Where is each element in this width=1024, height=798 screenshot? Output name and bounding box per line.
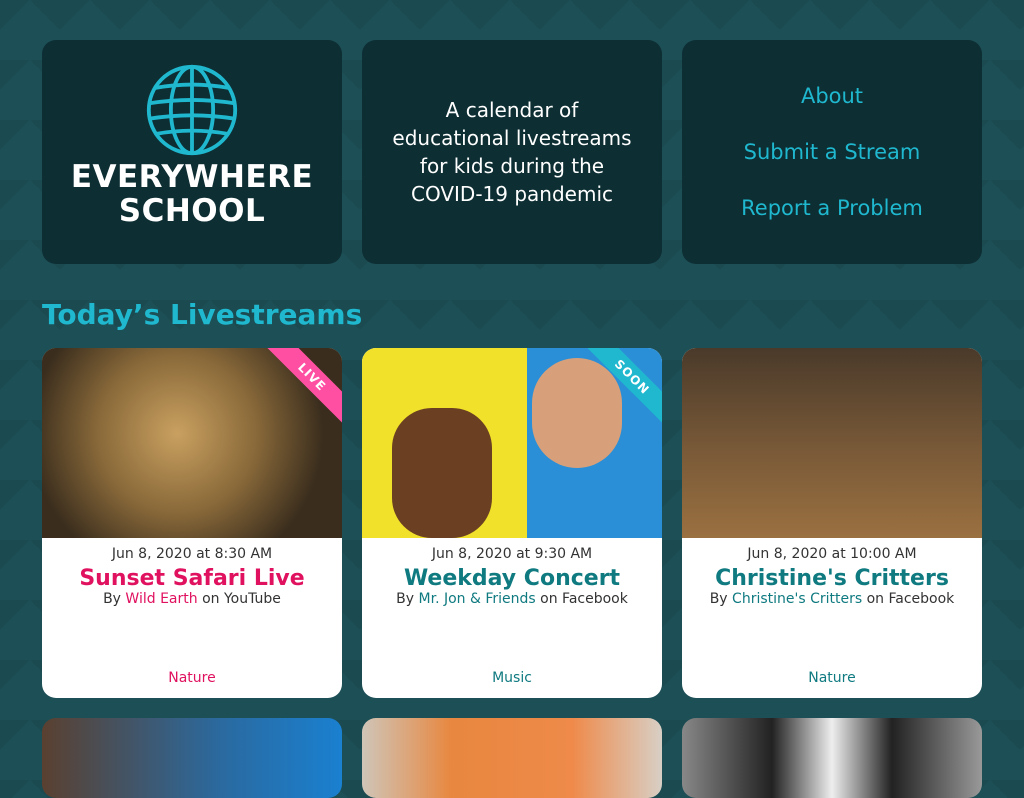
- category-link[interactable]: Nature: [682, 670, 982, 686]
- stream-byline: By Mr. Jon & Friends on Facebook: [396, 591, 628, 607]
- logo-text-line2: SCHOOL: [118, 193, 266, 229]
- stream-card[interactable]: Jun 8, 2020 at 10:00 AM Christine's Crit…: [682, 348, 982, 698]
- author-link[interactable]: Wild Earth: [125, 591, 197, 607]
- stream-card[interactable]: LIVE Jun 8, 2020 at 8:30 AM Sunset Safar…: [42, 348, 342, 698]
- globe-icon: [146, 64, 238, 156]
- stream-byline: By Christine's Critters on Facebook: [709, 591, 955, 607]
- nav-report-problem[interactable]: Report a Problem: [741, 194, 923, 222]
- stream-image: LIVE: [42, 348, 342, 538]
- author-link[interactable]: Christine's Critters: [732, 591, 862, 607]
- stream-image: [682, 348, 982, 538]
- stream-date: Jun 8, 2020 at 8:30 AM: [111, 546, 273, 562]
- stream-card[interactable]: [362, 718, 662, 798]
- nav-about[interactable]: About: [801, 82, 863, 110]
- logo[interactable]: EVERYWHERE SCHOOL: [42, 40, 342, 264]
- stream-title[interactable]: Weekday Concert: [362, 566, 662, 591]
- nav-panel: About Submit a Stream Report a Problem: [682, 40, 982, 264]
- stream-date: Jun 8, 2020 at 9:30 AM: [431, 546, 593, 562]
- live-badge: LIVE: [261, 348, 342, 428]
- nav-submit-stream[interactable]: Submit a Stream: [744, 138, 921, 166]
- stream-byline: By Wild Earth on YouTube: [103, 591, 281, 607]
- stream-title[interactable]: Sunset Safari Live: [42, 566, 342, 591]
- stream-card[interactable]: [42, 718, 342, 798]
- author-link[interactable]: Mr. Jon & Friends: [419, 591, 536, 607]
- stream-image: SOON: [362, 348, 662, 538]
- tagline: A calendar of educational livestreams fo…: [392, 98, 632, 206]
- stream-date: Jun 8, 2020 at 10:00 AM: [747, 546, 917, 562]
- category-link[interactable]: Music: [362, 670, 662, 686]
- category-link[interactable]: Nature: [42, 670, 342, 686]
- stream-card[interactable]: SOON Jun 8, 2020 at 9:30 AM Weekday Conc…: [362, 348, 662, 698]
- logo-text-line1: EVERYWHERE: [70, 159, 314, 195]
- section-title: Today’s Livestreams: [42, 298, 363, 331]
- stream-card[interactable]: [682, 718, 982, 798]
- stream-title[interactable]: Christine's Critters: [682, 566, 982, 591]
- tagline-panel: A calendar of educational livestreams fo…: [362, 40, 662, 264]
